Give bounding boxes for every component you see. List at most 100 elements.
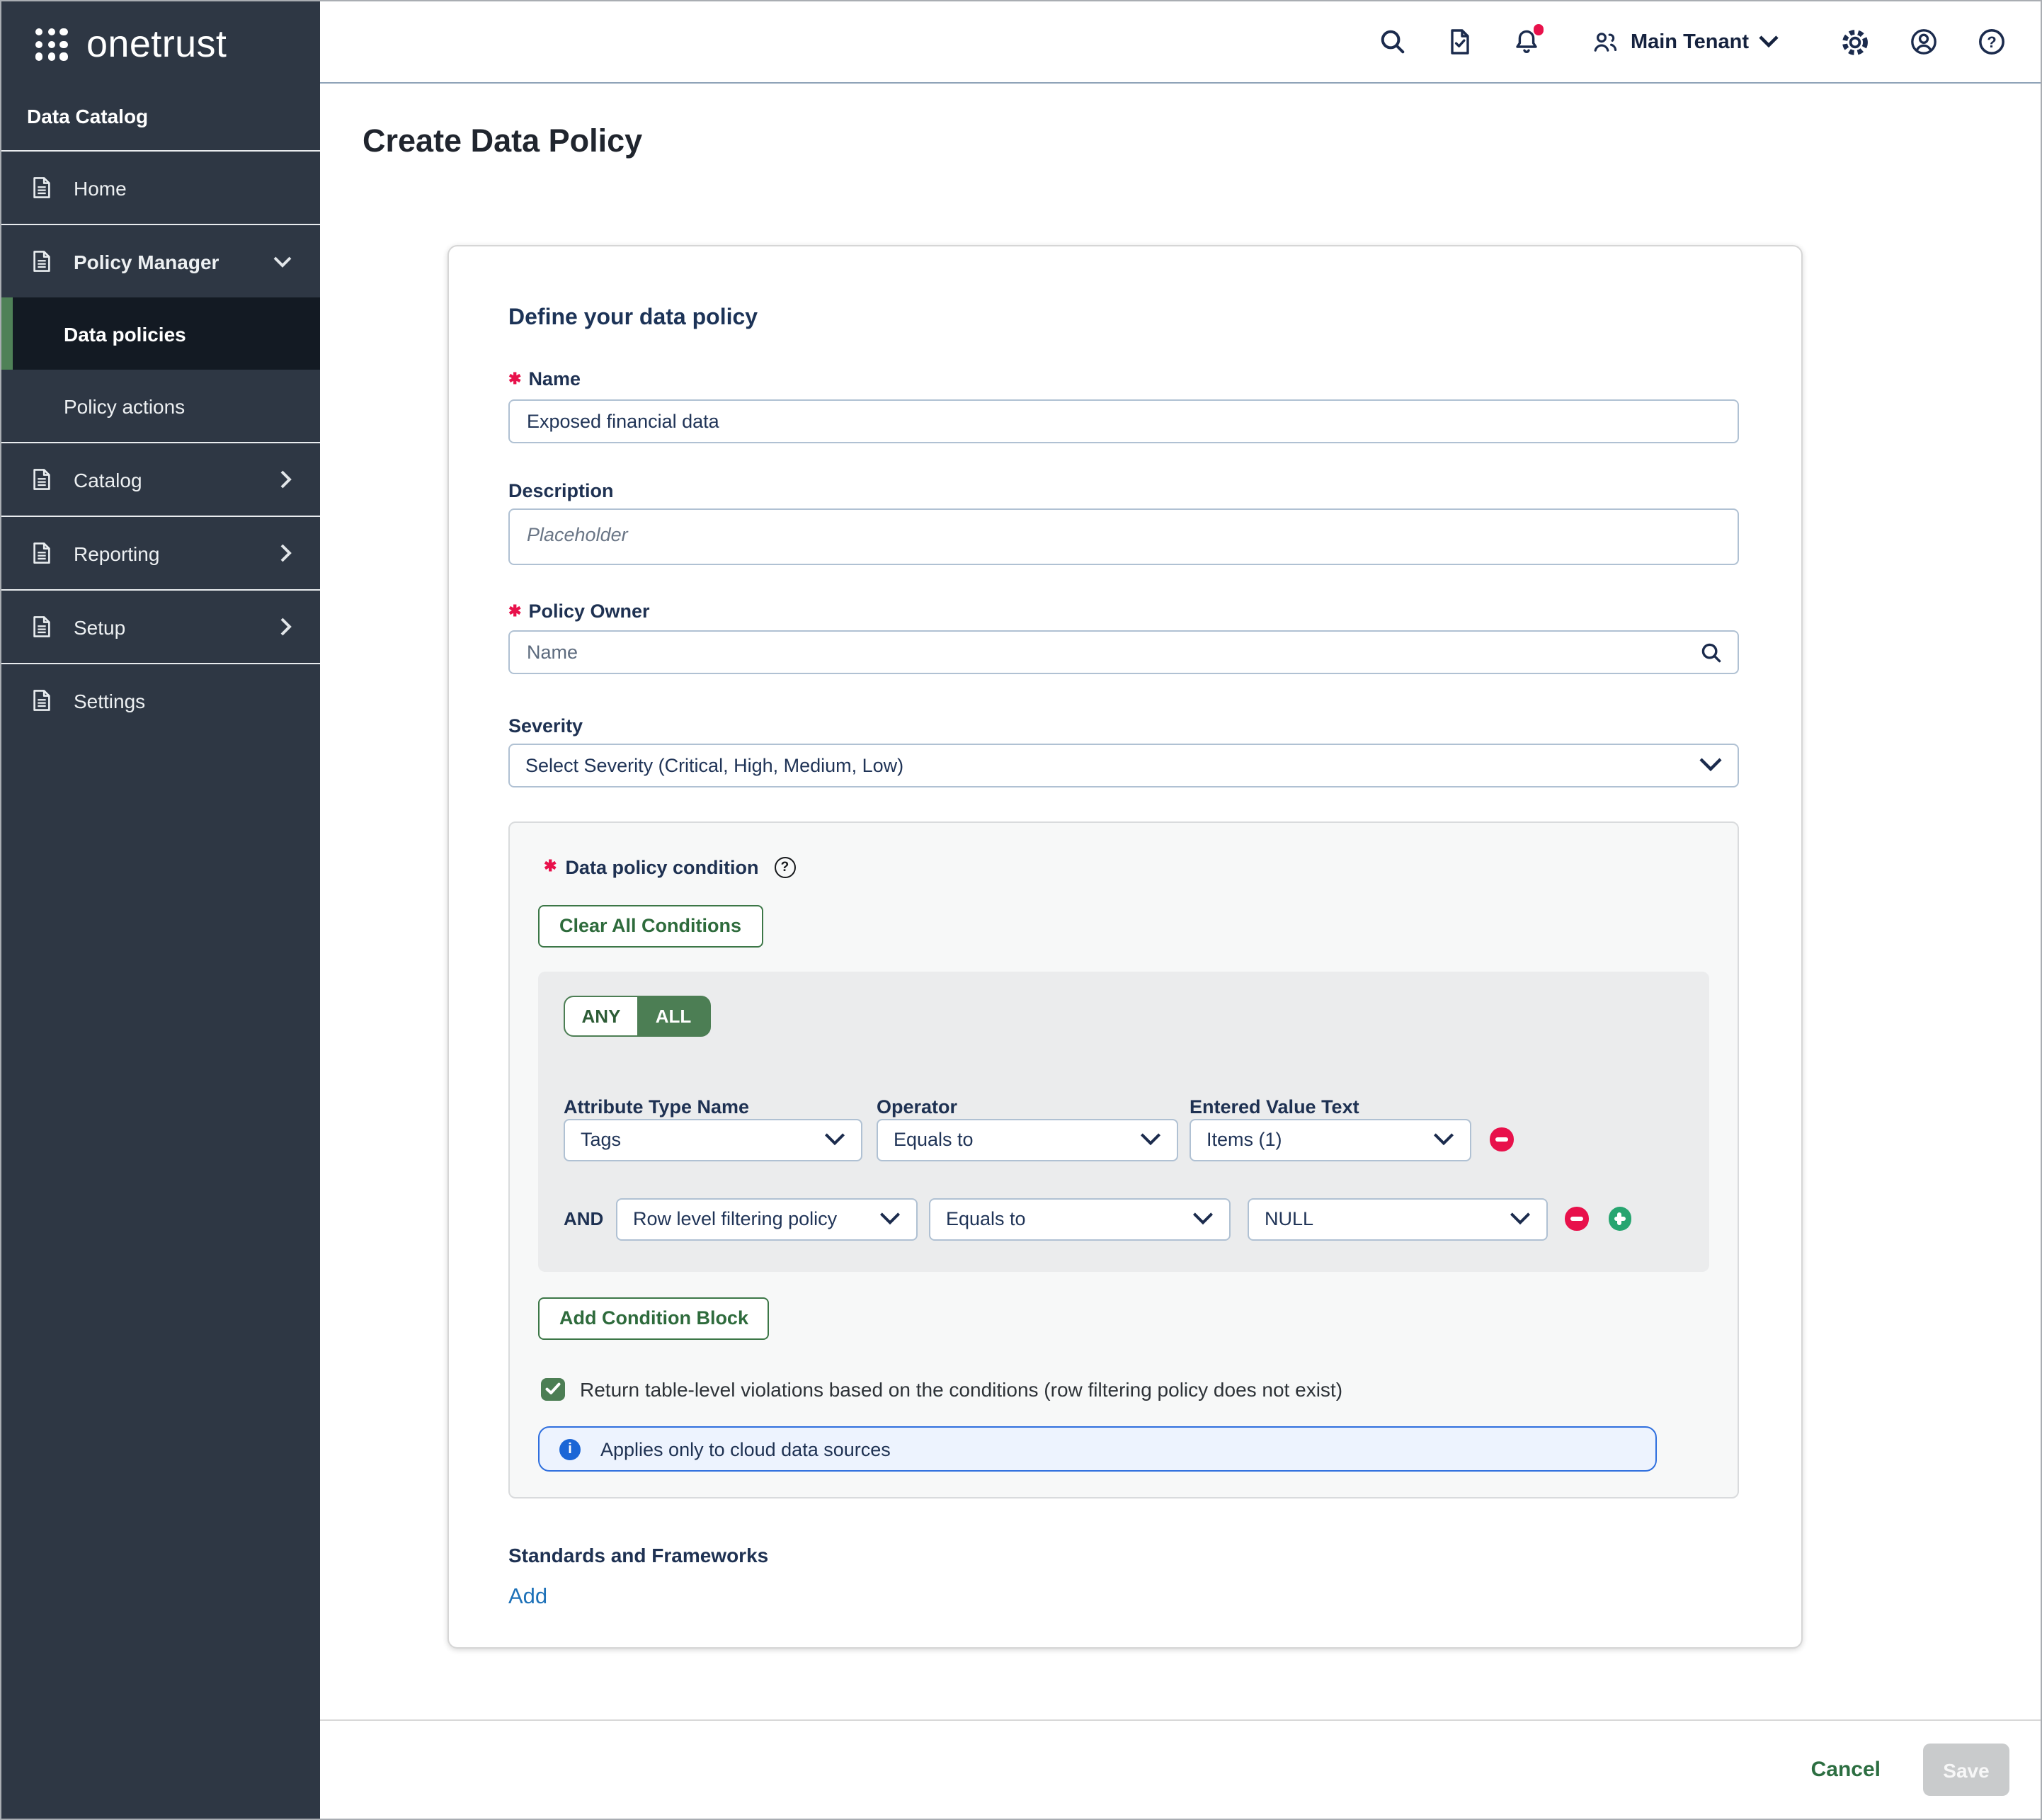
tenant-selector[interactable]: Main Tenant: [1591, 28, 1779, 56]
table-level-checkbox-row: Return table-level violations based on t…: [541, 1377, 1709, 1401]
policy-owner-label: ✱ Policy Owner: [508, 600, 1739, 623]
operator-select[interactable]: Equals to: [877, 1118, 1178, 1161]
conjunction-label: AND: [564, 1208, 603, 1229]
attribute-type-value: Row level filtering policy: [633, 1208, 837, 1229]
table-level-checkbox[interactable]: [541, 1377, 564, 1401]
operator-value: Equals to: [946, 1208, 1026, 1229]
notifications-bell-icon[interactable]: [1513, 27, 1541, 57]
save-button[interactable]: Save: [1923, 1744, 2009, 1796]
entered-value: Items (1): [1207, 1129, 1282, 1150]
sidebar-item-label: Reporting: [74, 542, 159, 564]
cancel-button[interactable]: Cancel: [1811, 1758, 1881, 1782]
sidebar-item-settings[interactable]: Settings: [1, 663, 320, 736]
chevron-right-icon: [280, 544, 292, 562]
info-icon: i: [559, 1438, 581, 1460]
sidebar-item-label: Policy Manager: [74, 250, 219, 273]
document-check-icon[interactable]: [1447, 27, 1475, 57]
sidebar-item-label: Policy actions: [64, 394, 185, 417]
sidebar-item-data-policies[interactable]: Data policies: [1, 297, 320, 370]
document-icon: [30, 467, 55, 491]
help-circle-icon[interactable]: ?: [1977, 27, 2007, 57]
data-policy-form-card: Define your data policy ✱ Name Descripti…: [447, 245, 1803, 1649]
footer-actions: Cancel Save: [320, 1719, 2041, 1819]
logo: onetrust: [1, 1, 320, 67]
sidebar-nav: Home Policy Manager Data policies Policy…: [1, 150, 320, 736]
column-header: Entered Value Text: [1190, 1096, 1359, 1117]
name-field[interactable]: [508, 399, 1739, 443]
user-circle-icon[interactable]: [1909, 27, 1939, 57]
info-banner: i Applies only to cloud data sources: [538, 1426, 1657, 1472]
remove-condition-icon[interactable]: [1490, 1128, 1513, 1151]
match-toggle-any[interactable]: ANY: [565, 996, 637, 1035]
condition-row: Tags Equals to Items (1): [564, 1118, 1684, 1161]
sidebar-item-label: Home: [74, 176, 127, 199]
condition-label: ✱ Data policy condition ?: [544, 855, 1709, 879]
sidebar-item-catalog[interactable]: Catalog: [1, 442, 320, 516]
entered-value-select[interactable]: Items (1): [1190, 1118, 1471, 1161]
help-icon[interactable]: ?: [774, 857, 795, 878]
tenant-label: Main Tenant: [1631, 30, 1749, 53]
condition-row: AND Row level filtering policy Equals to…: [564, 1198, 1684, 1240]
attribute-type-select[interactable]: Row level filtering policy: [616, 1198, 918, 1240]
topbar: Main Tenant ?: [320, 1, 2041, 84]
column-header: Attribute Type Name: [564, 1096, 877, 1117]
chevron-down-icon: [1510, 1208, 1531, 1229]
sidebar-item-label: Settings: [74, 689, 145, 712]
settings-gear-icon[interactable]: [1839, 26, 1871, 57]
attribute-type-select[interactable]: Tags: [564, 1118, 862, 1161]
chevron-down-icon: [879, 1208, 901, 1229]
chevron-right-icon: [280, 618, 292, 636]
info-banner-text: Applies only to cloud data sources: [600, 1438, 891, 1460]
attribute-type-value: Tags: [581, 1129, 621, 1150]
document-icon: [30, 249, 55, 273]
sidebar: onetrust Data Catalog Home Policy Manage…: [1, 1, 320, 1819]
remove-condition-icon[interactable]: [1565, 1207, 1588, 1231]
entered-value-select[interactable]: NULL: [1248, 1198, 1548, 1240]
column-header: Operator: [877, 1096, 1190, 1117]
severity-select[interactable]: Select Severity (Critical, High, Medium,…: [508, 744, 1739, 787]
sidebar-item-setup[interactable]: Setup: [1, 589, 320, 663]
sidebar-item-home[interactable]: Home: [1, 150, 320, 224]
product-name: Data Catalog: [1, 105, 320, 150]
add-condition-icon[interactable]: [1608, 1207, 1631, 1231]
search-icon[interactable]: [1379, 27, 1408, 57]
add-standards-link[interactable]: Add: [508, 1585, 547, 1610]
condition-panel: ✱ Data policy condition ? Clear All Cond…: [508, 821, 1739, 1498]
sidebar-item-label: Catalog: [74, 468, 142, 491]
policy-owner-field[interactable]: [508, 630, 1739, 674]
sidebar-item-label: Data policies: [64, 322, 186, 345]
chevron-down-icon: [1192, 1208, 1214, 1229]
notification-badge: [1534, 24, 1544, 35]
main-area: Main Tenant ? Create Data Policy Define …: [320, 1, 2041, 1819]
search-icon[interactable]: [1699, 640, 1723, 664]
standards-frameworks-label: Standards and Frameworks: [508, 1544, 1739, 1566]
svg-text:?: ?: [1987, 33, 1996, 51]
required-marker: ✱: [508, 368, 521, 392]
severity-label: Severity: [508, 715, 1739, 736]
chevron-down-icon: [1699, 755, 1722, 776]
match-toggle-all[interactable]: ALL: [637, 996, 709, 1035]
description-field[interactable]: [508, 508, 1739, 564]
sidebar-item-label: Setup: [74, 615, 125, 638]
operator-select[interactable]: Equals to: [929, 1198, 1231, 1240]
add-condition-block-button[interactable]: Add Condition Block: [538, 1297, 770, 1339]
name-label: ✱ Name: [508, 368, 1739, 392]
clear-all-conditions-button[interactable]: Clear All Conditions: [538, 904, 763, 947]
page-title: Create Data Policy: [363, 123, 2041, 160]
sidebar-item-policy-actions[interactable]: Policy actions: [1, 370, 320, 442]
app-window: onetrust Data Catalog Home Policy Manage…: [0, 0, 2042, 1820]
document-icon: [30, 541, 55, 565]
chevron-down-icon: [824, 1129, 845, 1150]
description-label: Description: [508, 479, 1739, 501]
document-icon: [30, 615, 55, 639]
sidebar-item-policy-manager[interactable]: Policy Manager: [1, 224, 320, 297]
entered-value: NULL: [1265, 1208, 1313, 1229]
document-icon: [30, 688, 55, 712]
sidebar-item-reporting[interactable]: Reporting: [1, 516, 320, 589]
severity-value: Select Severity (Critical, High, Medium,…: [525, 755, 903, 776]
tenant-people-icon: [1591, 28, 1621, 56]
condition-column-headers: Attribute Type Name Operator Entered Val…: [564, 1096, 1684, 1117]
app-launcher-grid-icon[interactable]: [35, 28, 68, 61]
chevron-right-icon: [280, 470, 292, 489]
required-marker: ✱: [544, 855, 557, 879]
